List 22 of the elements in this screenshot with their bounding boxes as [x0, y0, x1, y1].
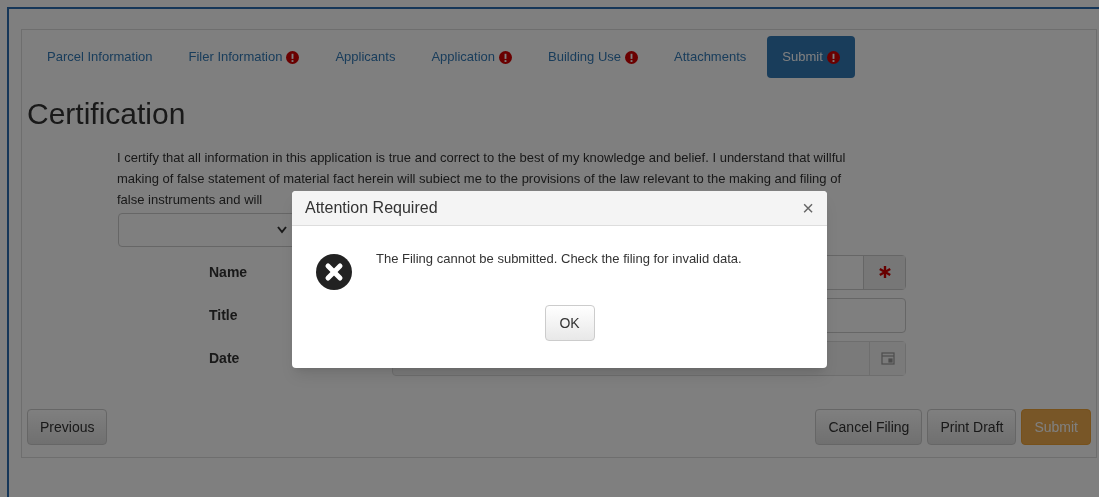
nav-tab[interactable]: Building Use: [533, 36, 653, 78]
page-heading: Certification: [27, 99, 187, 129]
nav-tab[interactable]: Filer Information: [173, 36, 315, 78]
close-button[interactable]: ×: [802, 198, 814, 218]
certification-text-line: making of false statement of material fact herein will subiect me to the provisions of the law relevant to the making and filing of: [117, 170, 842, 188]
nav-tab[interactable]: Applicants: [320, 36, 411, 78]
submit-button[interactable]: Submit: [1021, 409, 1091, 445]
nav-tab[interactable]: Application: [416, 36, 527, 78]
nav-tab[interactable]: Attachments: [659, 36, 762, 78]
dialog-message: The Filing cannot be submitted. Check the filing for invalid data.: [376, 250, 742, 268]
field-label: Title: [209, 305, 238, 325]
action-button[interactable]: Cancel Filing: [815, 409, 923, 445]
dialog-title: Attention Required: [305, 198, 438, 218]
nav-tab[interactable]: Parcel Information: [32, 36, 168, 78]
action-button[interactable]: Print Draft: [927, 409, 1017, 445]
ok-button[interactable]: OK: [544, 305, 595, 341]
certification-text-line: I certify that all information in this application is true and correct to the best of my knowledge and belief. I understand that willful: [117, 149, 846, 167]
field-label: Date: [209, 348, 240, 368]
nav-tab[interactable]: Submit: [767, 36, 855, 78]
field-label: Name: [209, 262, 248, 282]
action-button[interactable]: Previous: [27, 409, 108, 445]
certification-text-line: false instruments and will: [117, 191, 263, 209]
